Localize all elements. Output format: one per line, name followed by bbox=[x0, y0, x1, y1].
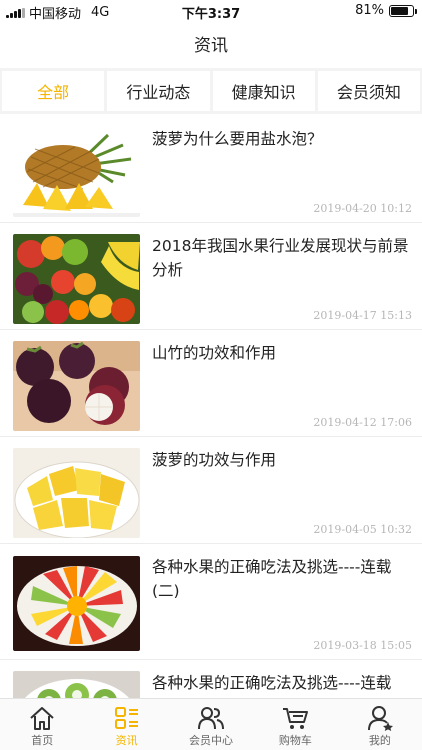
article-title: 菠萝为什么要用盐水泡？ bbox=[152, 130, 323, 148]
list-item[interactable]: 菠萝的功效与作用 2019-04-05 10:32 bbox=[0, 437, 422, 544]
tab-member-notice[interactable]: 会员须知 bbox=[317, 71, 420, 111]
members-icon bbox=[198, 707, 225, 730]
mangosteen-image bbox=[13, 341, 140, 431]
article-title: 菠萝的功效与作用 bbox=[152, 451, 277, 469]
nav-cart[interactable]: 购物车 bbox=[253, 699, 337, 750]
list-item[interactable]: 山竹的功效和作用 2019-04-12 17:06 bbox=[0, 330, 422, 437]
pineapple-image bbox=[13, 127, 140, 217]
article-list: 菠萝为什么要用盐水泡？ 2019-04-20 10:12 2018年我国水果行业… bbox=[0, 116, 422, 698]
battery-fill bbox=[391, 6, 408, 15]
page-title: 资讯 bbox=[194, 35, 228, 56]
nav-news[interactable]: 资讯 bbox=[84, 699, 168, 750]
profile-icon bbox=[367, 706, 393, 731]
nav-label: 我的 bbox=[368, 734, 391, 747]
article-date: 2019-04-17 15:13 bbox=[313, 309, 412, 322]
list-item[interactable]: 各种水果的正确吃法及挑选----连载(二) 2019-03-18 15:05 bbox=[0, 544, 422, 660]
list-item[interactable]: 2018年我国水果行业发展现状与前景分析 2019-04-17 15:13 bbox=[0, 223, 422, 330]
category-tabs: 全部 行业动态 健康知识 会员须知 bbox=[0, 68, 422, 114]
nav-label: 资讯 bbox=[115, 734, 138, 747]
battery-icon bbox=[389, 4, 417, 17]
article-date: 2019-04-12 17:06 bbox=[313, 416, 412, 429]
article-title: 山竹的功效和作用 bbox=[152, 344, 277, 362]
tab-industry-news[interactable]: 行业动态 bbox=[107, 71, 210, 111]
article-date: 2019-04-20 10:12 bbox=[313, 202, 412, 215]
tab-all[interactable]: 全部 bbox=[2, 71, 105, 111]
article-title: 2018年我国水果行业发展现状与前景分析 bbox=[152, 237, 409, 279]
fruit-platter-image-2 bbox=[13, 671, 140, 698]
battery-percent: 81% bbox=[355, 3, 384, 18]
home-icon bbox=[30, 707, 54, 730]
nav-label: 会员中心 bbox=[189, 734, 234, 747]
article-title: 各种水果的正确吃法及挑选----连载(一) bbox=[152, 674, 392, 692]
status-right: 81% bbox=[355, 3, 417, 18]
nav-profile[interactable]: 我的 bbox=[338, 699, 422, 750]
tab-health-knowledge[interactable]: 健康知识 bbox=[212, 71, 315, 111]
pineapple-chunks-image bbox=[13, 448, 140, 538]
article-date: 2019-03-18 15:05 bbox=[313, 639, 412, 652]
nav-home[interactable]: 首页 bbox=[0, 699, 84, 750]
cart-icon bbox=[283, 708, 309, 729]
status-bar: 中国移动 4G 下午3:37 81% bbox=[0, 0, 422, 22]
article-date: 2019-04-05 10:32 bbox=[313, 523, 412, 536]
list-item[interactable]: 各种水果的正确吃法及挑选----连载(一) bbox=[0, 660, 422, 698]
article-title: 各种水果的正确吃法及挑选----连载(二) bbox=[152, 558, 392, 600]
fruit-assortment-image bbox=[13, 234, 140, 324]
news-grid-icon bbox=[114, 707, 138, 729]
nav-label: 购物车 bbox=[278, 734, 312, 747]
nav-label: 首页 bbox=[31, 734, 54, 747]
fruit-platter-image bbox=[13, 556, 140, 651]
list-item[interactable]: 菠萝为什么要用盐水泡？ 2019-04-20 10:12 bbox=[0, 116, 422, 223]
nav-members[interactable]: 会员中心 bbox=[169, 699, 253, 750]
bottom-nav: 首页 资讯 会员中心 购物车 我的 bbox=[0, 698, 422, 750]
